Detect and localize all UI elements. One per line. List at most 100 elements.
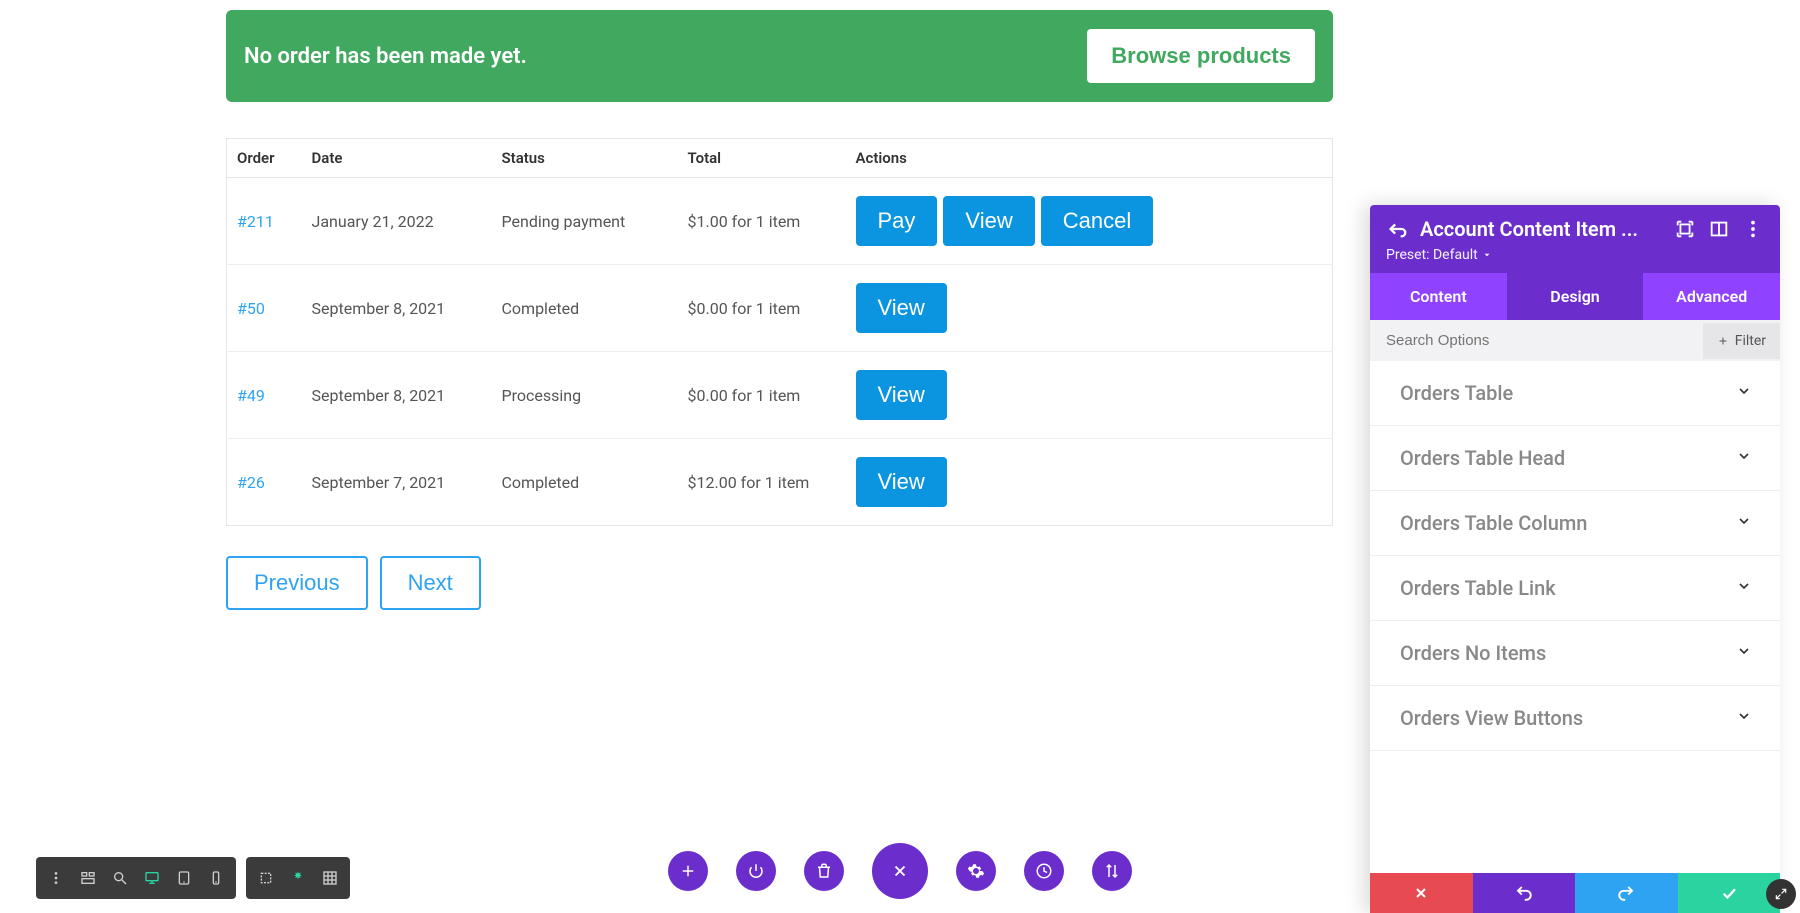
previous-button[interactable]: Previous — [226, 556, 368, 610]
back-icon[interactable] — [1386, 218, 1408, 240]
discard-button[interactable] — [1370, 873, 1473, 913]
view-button[interactable]: View — [856, 457, 947, 507]
accordion-item[interactable]: Orders View Buttons — [1370, 686, 1780, 751]
layers-icon[interactable] — [72, 863, 104, 893]
accordion-item[interactable]: Orders Table Head — [1370, 426, 1780, 491]
chevron-down-icon — [1736, 643, 1752, 663]
save-button[interactable] — [1678, 873, 1781, 913]
order-cell: #49 — [227, 352, 302, 439]
more-icon[interactable] — [1742, 218, 1764, 240]
preset-selector[interactable]: Preset: Default — [1386, 247, 1764, 263]
table-row: #50September 8, 2021Completed$0.00 for 1… — [227, 265, 1333, 352]
hover-icon[interactable] — [250, 863, 282, 893]
desktop-icon[interactable] — [136, 863, 168, 893]
col-order: Order — [227, 139, 302, 178]
actions-cell: View — [846, 439, 1333, 526]
accordion-item[interactable]: Orders Table Link — [1370, 556, 1780, 621]
snap-icon[interactable] — [1708, 218, 1730, 240]
date-cell: September 8, 2021 — [302, 265, 492, 352]
panel-title: Account Content Item ... — [1420, 217, 1662, 241]
view-button[interactable]: View — [856, 370, 947, 420]
sort-icon[interactable] — [1092, 851, 1132, 891]
col-total: Total — [678, 139, 846, 178]
add-icon[interactable] — [668, 851, 708, 891]
order-cell: #50 — [227, 265, 302, 352]
total-cell: $1.00 for 1 item — [678, 178, 846, 265]
chevron-down-icon — [1736, 578, 1752, 598]
cancel-button[interactable]: Cancel — [1041, 196, 1153, 246]
preset-label: Preset: Default — [1386, 247, 1478, 263]
chevron-down-icon — [1736, 708, 1752, 728]
actions-cell: View — [846, 352, 1333, 439]
panel-header[interactable]: Account Content Item ... Preset: Default — [1370, 205, 1780, 273]
zoom-icon[interactable] — [104, 863, 136, 893]
pay-button[interactable]: Pay — [856, 196, 938, 246]
mode-toolbar — [246, 857, 350, 899]
accordion-item[interactable]: Orders Table — [1370, 361, 1780, 426]
status-cell: Completed — [492, 439, 678, 526]
tab-content[interactable]: Content — [1370, 273, 1507, 320]
expand-corner-icon[interactable] — [1766, 879, 1796, 909]
total-cell: $0.00 for 1 item — [678, 352, 846, 439]
close-icon[interactable] — [872, 843, 928, 899]
status-cell: Processing — [492, 352, 678, 439]
trash-icon[interactable] — [804, 851, 844, 891]
browse-products-button[interactable]: Browse products — [1087, 29, 1315, 83]
date-cell: January 21, 2022 — [302, 178, 492, 265]
order-link[interactable]: #211 — [237, 212, 274, 231]
status-cell: Pending payment — [492, 178, 678, 265]
table-row: #49 September 8, 2021Processing$0.00 for … — [227, 352, 1333, 439]
tab-advanced[interactable]: Advanced — [1643, 273, 1780, 320]
click-icon[interactable] — [282, 863, 314, 893]
filter-label: Filter — [1735, 333, 1766, 349]
chevron-down-icon — [1736, 448, 1752, 468]
col-date: Date — [302, 139, 492, 178]
accordion-label: Orders No Items — [1400, 641, 1546, 665]
date-cell: September 8, 2021 — [302, 352, 492, 439]
order-link[interactable]: #50 — [237, 299, 265, 318]
accordion-label: Orders Table — [1400, 381, 1513, 405]
view-toolbar — [36, 857, 236, 899]
module-settings-panel: Account Content Item ... Preset: Default… — [1370, 205, 1780, 913]
order-link[interactable]: #49 — [237, 386, 265, 405]
accordion-label: Orders Table Link — [1400, 576, 1556, 600]
next-button[interactable]: Next — [380, 556, 481, 610]
col-status: Status — [492, 139, 678, 178]
date-cell: September 7, 2021 — [302, 439, 492, 526]
order-link[interactable]: #26 — [237, 473, 265, 492]
status-cell: Completed — [492, 265, 678, 352]
accordion-label: Orders View Buttons — [1400, 706, 1583, 730]
actions-cell: PayViewCancel — [846, 178, 1333, 265]
phone-icon[interactable] — [200, 863, 232, 893]
chevron-down-icon — [1736, 383, 1752, 403]
tablet-icon[interactable] — [168, 863, 200, 893]
view-button[interactable]: View — [856, 283, 947, 333]
table-row: #211 January 21, 2022Pending payment$1.00… — [227, 178, 1333, 265]
order-cell: #211 — [227, 178, 302, 265]
view-button[interactable]: View — [943, 196, 1034, 246]
accordion-label: Orders Table Head — [1400, 446, 1565, 470]
power-icon[interactable] — [736, 851, 776, 891]
accordion-label: Orders Table Column — [1400, 511, 1587, 535]
gear-icon[interactable] — [956, 851, 996, 891]
expand-icon[interactable] — [1674, 218, 1696, 240]
col-actions: Actions — [846, 139, 1333, 178]
plus-icon — [1717, 335, 1729, 347]
pagination: Previous Next — [226, 556, 1333, 610]
kebab-icon[interactable] — [40, 863, 72, 893]
total-cell: $12.00 for 1 item — [678, 439, 846, 526]
table-row: #26 September 7, 2021Completed$12.00 for … — [227, 439, 1333, 526]
caret-down-icon — [1482, 250, 1492, 260]
history-icon[interactable] — [1024, 851, 1064, 891]
search-options-input[interactable] — [1370, 320, 1703, 361]
accordion-item[interactable]: Orders Table Column — [1370, 491, 1780, 556]
redo-button[interactable] — [1575, 873, 1678, 913]
accordion-item[interactable]: Orders No Items — [1370, 621, 1780, 686]
filter-button[interactable]: Filter — [1703, 323, 1780, 359]
orders-table: Order Date Status Total Actions #211 Janu… — [226, 138, 1333, 526]
builder-actions — [668, 843, 1132, 899]
tab-design[interactable]: Design — [1507, 273, 1644, 320]
undo-button[interactable] — [1473, 873, 1576, 913]
chevron-down-icon — [1736, 513, 1752, 533]
grid-icon[interactable] — [314, 863, 346, 893]
